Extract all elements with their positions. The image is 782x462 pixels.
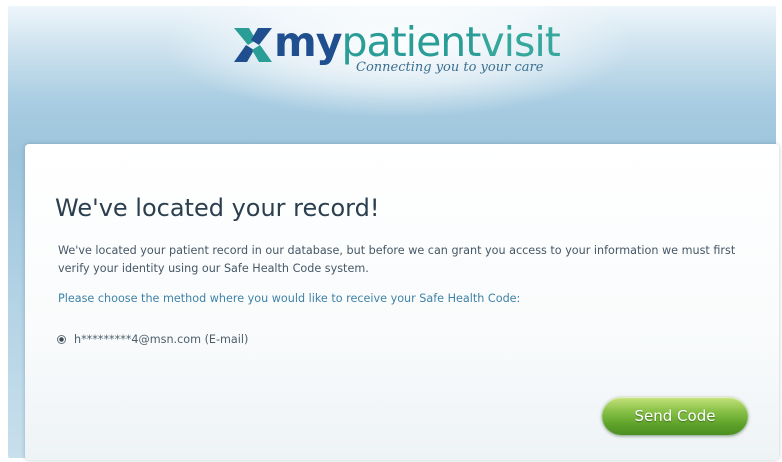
record-located-card: We've located your record! We've located… [25,144,779,460]
logo-word-my: my [274,18,342,66]
card-title: We've located your record! [55,194,380,222]
logo-tagline: Connecting you to your care [356,60,544,75]
delivery-option-label: h*********4@msn.com (E-mail) [74,332,249,346]
delivery-option-email[interactable]: h*********4@msn.com (E-mail) [57,329,248,349]
logo-x-mark-icon [234,28,272,62]
logo-word-patient: patient [341,18,481,66]
app-window: mypatientvisit Connecting you to your ca… [8,6,779,460]
mypatientvisit-logo: mypatientvisit Connecting you to your ca… [234,18,594,82]
card-description: We've located your patient record in our… [58,244,736,275]
logo-word-visit: visit [480,18,560,66]
send-code-button[interactable]: Send Code [602,397,748,435]
email-radio-button[interactable] [57,334,66,344]
delivery-method-prompt: Please choose the method where you would… [58,292,521,305]
page-frame: mypatientvisit Connecting you to your ca… [0,0,782,462]
